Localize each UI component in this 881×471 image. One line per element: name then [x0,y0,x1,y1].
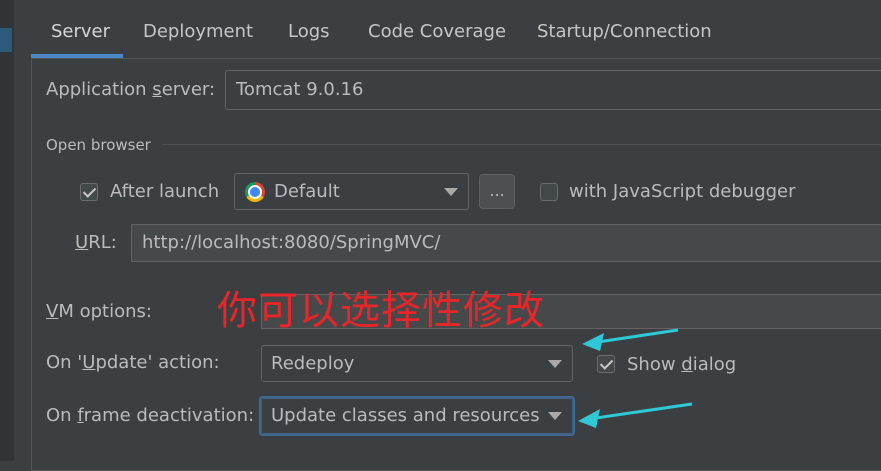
update-action-value: Redeploy [271,353,355,374]
section-divider [162,144,881,145]
chevron-down-icon [444,187,458,196]
tab-bar: Server Deployment Logs Code Coverage Sta… [14,0,881,58]
tab-logs[interactable]: Logs [288,0,330,58]
js-debugger-checkbox[interactable] [540,183,558,201]
app-server-label: Application server: [46,79,216,100]
update-action-select[interactable]: Redeploy [261,345,573,382]
annotation-arrow-frame [578,402,693,428]
left-strip [0,0,14,461]
url-label: URL: [75,232,117,253]
tab-startup-connection[interactable]: Startup/Connection [537,0,712,58]
browse-browser-button[interactable]: ... [479,174,515,209]
url-input[interactable]: http://localhost:8080/SpringMVC/ [131,224,881,262]
frame-deactivation-select[interactable]: Update classes and resources [260,397,574,435]
browser-select[interactable]: Default [234,173,469,210]
vm-options-label: VM options: [46,301,152,322]
selection-marker [0,28,12,52]
after-launch-checkbox[interactable] [80,183,98,201]
after-launch-label: After launch [110,181,220,202]
chrome-icon [245,182,265,202]
annotation-arrow-update [582,328,679,351]
tab-code-coverage[interactable]: Code Coverage [368,0,506,58]
annotation-text: 你可以选择性修改 [217,288,545,334]
annotation-arrows [578,328,693,428]
browser-select-value: Default [274,181,340,202]
js-debugger-label: with JavaScript debugger [569,181,796,202]
open-browser-section-label: Open browser [46,136,151,154]
frame-deactivation-label: On frame deactivation: [46,405,255,426]
update-action-label: On 'Update' action: [46,352,220,373]
tab-deployment[interactable]: Deployment [143,0,253,58]
app-server-select[interactable]: Tomcat 9.0.16 [225,70,881,110]
frame-deactivation-value: Update classes and resources [271,405,540,426]
tab-server[interactable]: Server [51,0,110,58]
